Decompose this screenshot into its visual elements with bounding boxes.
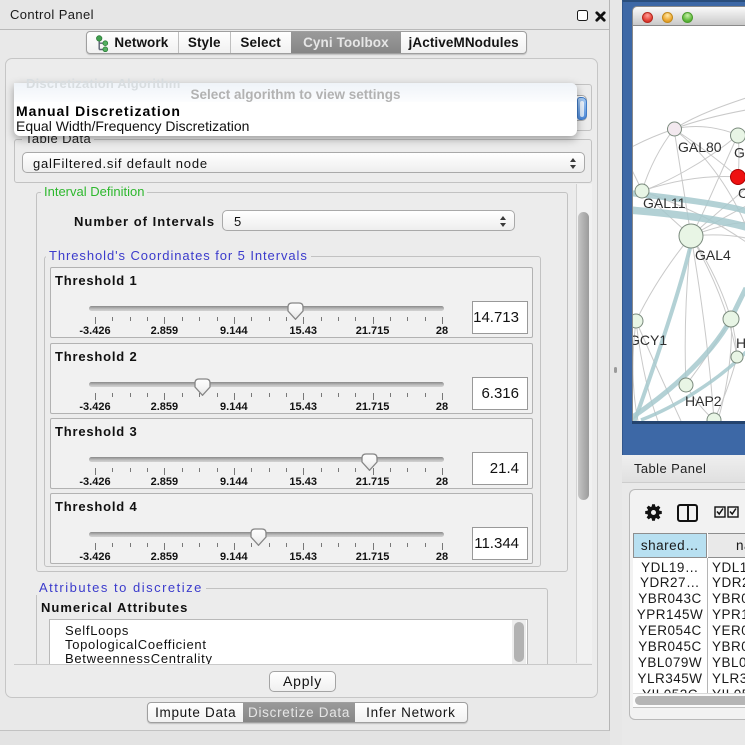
svg-text:GAL4: GAL4 (695, 247, 731, 263)
svg-text:GA: GA (734, 145, 745, 161)
svg-text:GCY1: GCY1 (633, 332, 667, 348)
svg-text:GAL80: GAL80 (678, 139, 722, 155)
svg-text:H: H (736, 335, 745, 351)
svg-text:HAP2: HAP2 (685, 393, 722, 409)
svg-text:GAL11: GAL11 (643, 195, 686, 211)
svg-text:C: C (738, 185, 745, 201)
